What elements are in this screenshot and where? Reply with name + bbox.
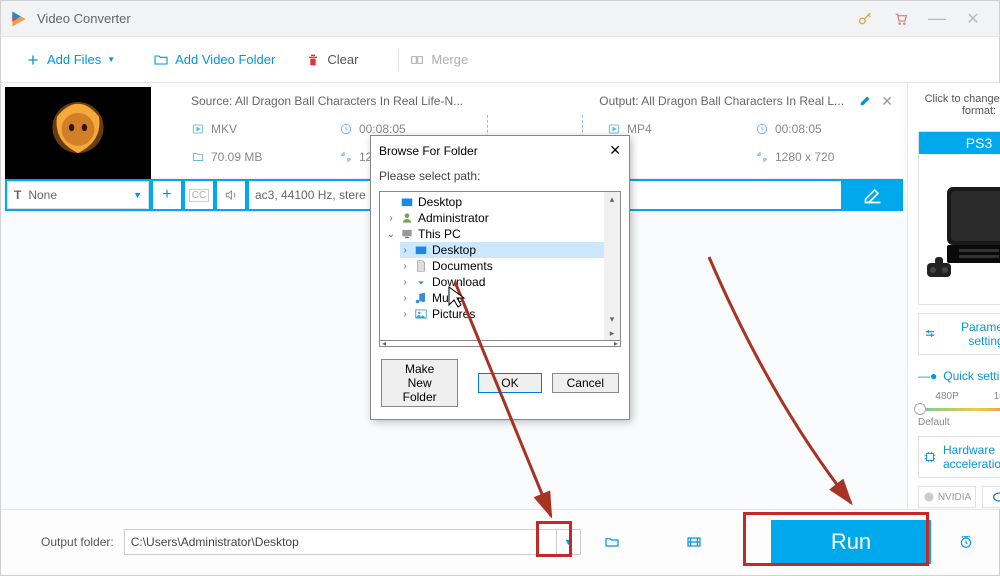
ok-button[interactable]: OK: [478, 373, 541, 393]
hardware-accel-button[interactable]: Hardware acceleration: [918, 436, 1000, 478]
output-res: 1280 x 720: [775, 150, 834, 164]
parameter-settings-button[interactable]: Parameter settings: [918, 313, 1000, 355]
output-folder-dropdown[interactable]: ▼: [557, 529, 581, 555]
dialog-message: Please select path:: [371, 165, 629, 191]
edit-output-button[interactable]: [859, 93, 873, 110]
source-duration: 00:08:05: [359, 122, 406, 136]
quick-setting-label: —● Quick setting: [918, 369, 1000, 383]
merge-label: Merge: [431, 52, 468, 67]
dialog-title: Browse For Folder: [379, 144, 478, 158]
tree-item[interactable]: ›Administrator: [386, 210, 620, 226]
add-video-folder-button[interactable]: Add Video Folder: [153, 52, 275, 68]
tree-item[interactable]: Desktop: [386, 194, 620, 210]
run-label: Run: [831, 529, 871, 555]
format-card[interactable]: PS3 ▼: [918, 131, 1000, 305]
parameter-label: Parameter settings: [943, 320, 1000, 348]
source-format: MKV: [211, 122, 237, 136]
output-duration: 00:08:05: [775, 122, 822, 136]
thumbnail[interactable]: [5, 87, 151, 179]
app-title: Video Converter: [37, 11, 847, 26]
add-folder-label: Add Video Folder: [175, 52, 275, 67]
format-image: [919, 154, 1000, 304]
schedule-button[interactable]: [949, 534, 983, 550]
hw-label: Hardware acceleration: [943, 443, 1000, 471]
merge-button[interactable]: Merge: [409, 52, 468, 68]
open-folder-button[interactable]: [595, 528, 629, 556]
nvidia-badge: NVIDIA: [918, 486, 976, 508]
bottom-bar: Output folder: ▼ Run: [1, 509, 999, 573]
cc-button[interactable]: CC: [185, 181, 213, 209]
key-icon[interactable]: [847, 1, 883, 37]
cart-icon[interactable]: [883, 1, 919, 37]
intel-badge: Intel: [982, 486, 1000, 508]
format-name: PS3: [966, 135, 992, 151]
tree-scrollbar[interactable]: ▴▾▸: [604, 192, 620, 340]
edit-audio-button[interactable]: [843, 185, 903, 205]
output-format: MP4: [627, 122, 652, 136]
tree-item[interactable]: ›Music: [400, 290, 620, 306]
tree-item[interactable]: ⌄This PC: [386, 226, 620, 242]
dialog-close-button[interactable]: ✕: [609, 142, 621, 159]
cancel-button[interactable]: Cancel: [552, 373, 619, 393]
titlebar: Video Converter — ✕: [1, 1, 999, 37]
add-track-button[interactable]: +: [153, 181, 181, 209]
add-files-label: Add Files: [47, 52, 101, 67]
folder-tree[interactable]: Desktop ›Administrator ⌄This PC ›Desktop…: [379, 191, 621, 341]
run-button[interactable]: Run: [771, 520, 931, 564]
minimize-button[interactable]: —: [919, 1, 955, 37]
add-files-button[interactable]: Add Files ▼: [25, 52, 123, 68]
audio-codec-value: ac3, 44100 Hz, stere: [255, 188, 366, 202]
gpu-row: NVIDIA Intel: [918, 486, 1000, 508]
output-label: Output: All Dragon Ball Characters In Re…: [599, 94, 859, 108]
quality-slider[interactable]: 480P1080P Default720P: [918, 391, 1000, 428]
app-logo: [9, 9, 29, 29]
subtitle-select[interactable]: T None ▼: [7, 181, 149, 209]
output-folder-input[interactable]: [124, 529, 557, 555]
clear-label: Clear: [327, 52, 358, 67]
tree-item[interactable]: ›Documents: [400, 258, 620, 274]
video-folder-button[interactable]: [677, 528, 711, 556]
source-label: Source: All Dragon Ball Characters In Re…: [191, 94, 599, 108]
browse-folder-dialog: Browse For Folder ✕ Please select path: …: [370, 135, 630, 420]
tree-item[interactable]: ›Download: [400, 274, 620, 290]
remove-item-button[interactable]: ✕: [881, 93, 893, 110]
add-files-caret-icon[interactable]: ▼: [107, 55, 115, 64]
source-size: 70.09 MB: [211, 150, 262, 164]
tree-item-selected[interactable]: ›Desktop: [400, 242, 620, 258]
subtitle-value: None: [28, 188, 57, 202]
output-format-panel: Click to change output format: PS3 ▼: [907, 83, 1000, 509]
toolbar-separator: [398, 49, 399, 71]
make-new-folder-button[interactable]: Make New Folder: [381, 359, 458, 407]
slider-thumb[interactable]: [914, 403, 926, 415]
tree-item[interactable]: ›Pictures: [400, 306, 620, 322]
format-hint: Click to change output format:: [918, 93, 1000, 117]
clear-button[interactable]: Clear: [305, 52, 358, 68]
close-button[interactable]: ✕: [955, 1, 991, 37]
audio-icon: [217, 181, 245, 209]
output-folder-label: Output folder:: [41, 535, 114, 549]
toolbar: Add Files ▼ Add Video Folder Clear Merge: [1, 37, 999, 83]
